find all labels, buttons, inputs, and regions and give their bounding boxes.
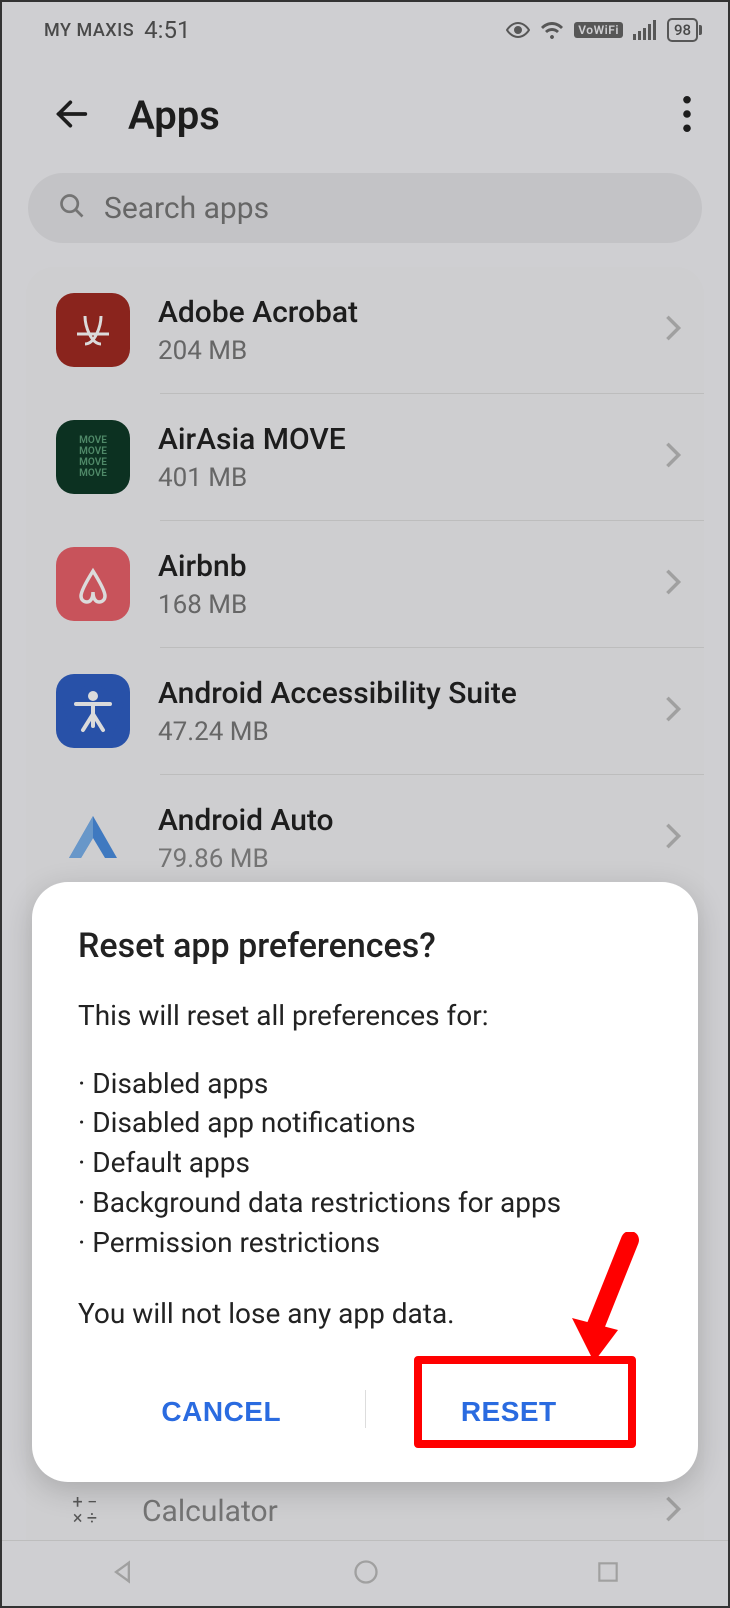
dialog-title: Reset app preferences? bbox=[78, 926, 652, 966]
accessibility-icon bbox=[56, 674, 130, 748]
dialog-list-item: Disabled app notifications bbox=[78, 1103, 652, 1143]
signal-icon bbox=[633, 20, 657, 40]
app-size-label: 79.86 MB bbox=[158, 844, 636, 874]
page-title: Apps bbox=[128, 92, 220, 139]
dialog-body: This will reset all preferences for: Dis… bbox=[78, 996, 652, 1334]
status-bar: MY MAXIS 4:51 VoWiFi 98 bbox=[2, 2, 728, 58]
reset-button[interactable]: RESET bbox=[366, 1370, 653, 1458]
app-header: Apps bbox=[2, 58, 728, 173]
chevron-right-icon bbox=[664, 822, 682, 854]
search-placeholder: Search apps bbox=[104, 191, 269, 226]
navigation-bar bbox=[2, 1540, 728, 1606]
dialog-intro: This will reset all preferences for: bbox=[78, 996, 652, 1036]
reset-preferences-dialog: Reset app preferences? This will reset a… bbox=[32, 882, 698, 1482]
search-input[interactable]: Search apps bbox=[28, 173, 702, 243]
app-size-label: 47.24 MB bbox=[158, 717, 636, 747]
calculator-icon: + − × ÷ bbox=[56, 1482, 114, 1540]
wifi-icon bbox=[540, 19, 564, 41]
battery-indicator: 98 bbox=[667, 18, 698, 42]
vowifi-badge: VoWiFi bbox=[574, 22, 623, 38]
chevron-right-icon bbox=[664, 695, 682, 727]
chevron-right-icon bbox=[664, 1495, 682, 1527]
eye-icon bbox=[506, 18, 530, 42]
android-auto-icon bbox=[56, 801, 130, 875]
search-icon bbox=[58, 192, 86, 224]
list-item[interactable]: Airbnb 168 MB bbox=[26, 521, 704, 647]
airbnb-icon bbox=[56, 547, 130, 621]
list-item[interactable]: Adobe Acrobat 204 MB bbox=[26, 267, 704, 393]
nav-recents-button[interactable] bbox=[555, 1549, 661, 1598]
back-arrow-icon bbox=[52, 94, 92, 134]
dialog-list-item: Background data restrictions for apps bbox=[78, 1183, 652, 1223]
app-name-label: Android Accessibility Suite bbox=[158, 676, 636, 711]
dialog-list-item: Disabled apps bbox=[78, 1064, 652, 1104]
app-size-label: 401 MB bbox=[158, 463, 636, 493]
app-size-label: 204 MB bbox=[158, 336, 636, 366]
app-name-label: AirAsia MOVE bbox=[158, 422, 636, 457]
carrier-label: MY MAXIS bbox=[44, 20, 134, 41]
chevron-right-icon bbox=[664, 441, 682, 473]
dialog-list-item: Default apps bbox=[78, 1143, 652, 1183]
more-options-button[interactable] bbox=[676, 89, 698, 142]
back-button[interactable] bbox=[46, 88, 98, 143]
app-size-label: 168 MB bbox=[158, 590, 636, 620]
list-item[interactable]: MOVEMOVEMOVEMOVE AirAsia MOVE 401 MB bbox=[26, 394, 704, 520]
list-item[interactable]: Android Accessibility Suite 47.24 MB bbox=[26, 648, 704, 774]
dialog-list-item: Permission restrictions bbox=[78, 1223, 652, 1263]
acrobat-icon bbox=[56, 293, 130, 367]
dialog-note: You will not lose any app data. bbox=[78, 1294, 652, 1334]
chevron-right-icon bbox=[664, 314, 682, 346]
cancel-button[interactable]: CANCEL bbox=[78, 1370, 365, 1458]
more-vertical-icon bbox=[682, 95, 692, 133]
airasia-move-icon: MOVEMOVEMOVEMOVE bbox=[56, 420, 130, 494]
app-name-label: Android Auto bbox=[158, 803, 636, 838]
app-name-label: Calculator bbox=[142, 1494, 636, 1529]
app-name-label: Airbnb bbox=[158, 549, 636, 584]
chevron-right-icon bbox=[664, 568, 682, 600]
nav-back-button[interactable] bbox=[69, 1548, 177, 1599]
list-item[interactable]: + − × ÷ Calculator bbox=[26, 1482, 704, 1540]
status-time: 4:51 bbox=[144, 16, 190, 44]
nav-home-button[interactable] bbox=[312, 1548, 420, 1599]
app-name-label: Adobe Acrobat bbox=[158, 295, 636, 330]
